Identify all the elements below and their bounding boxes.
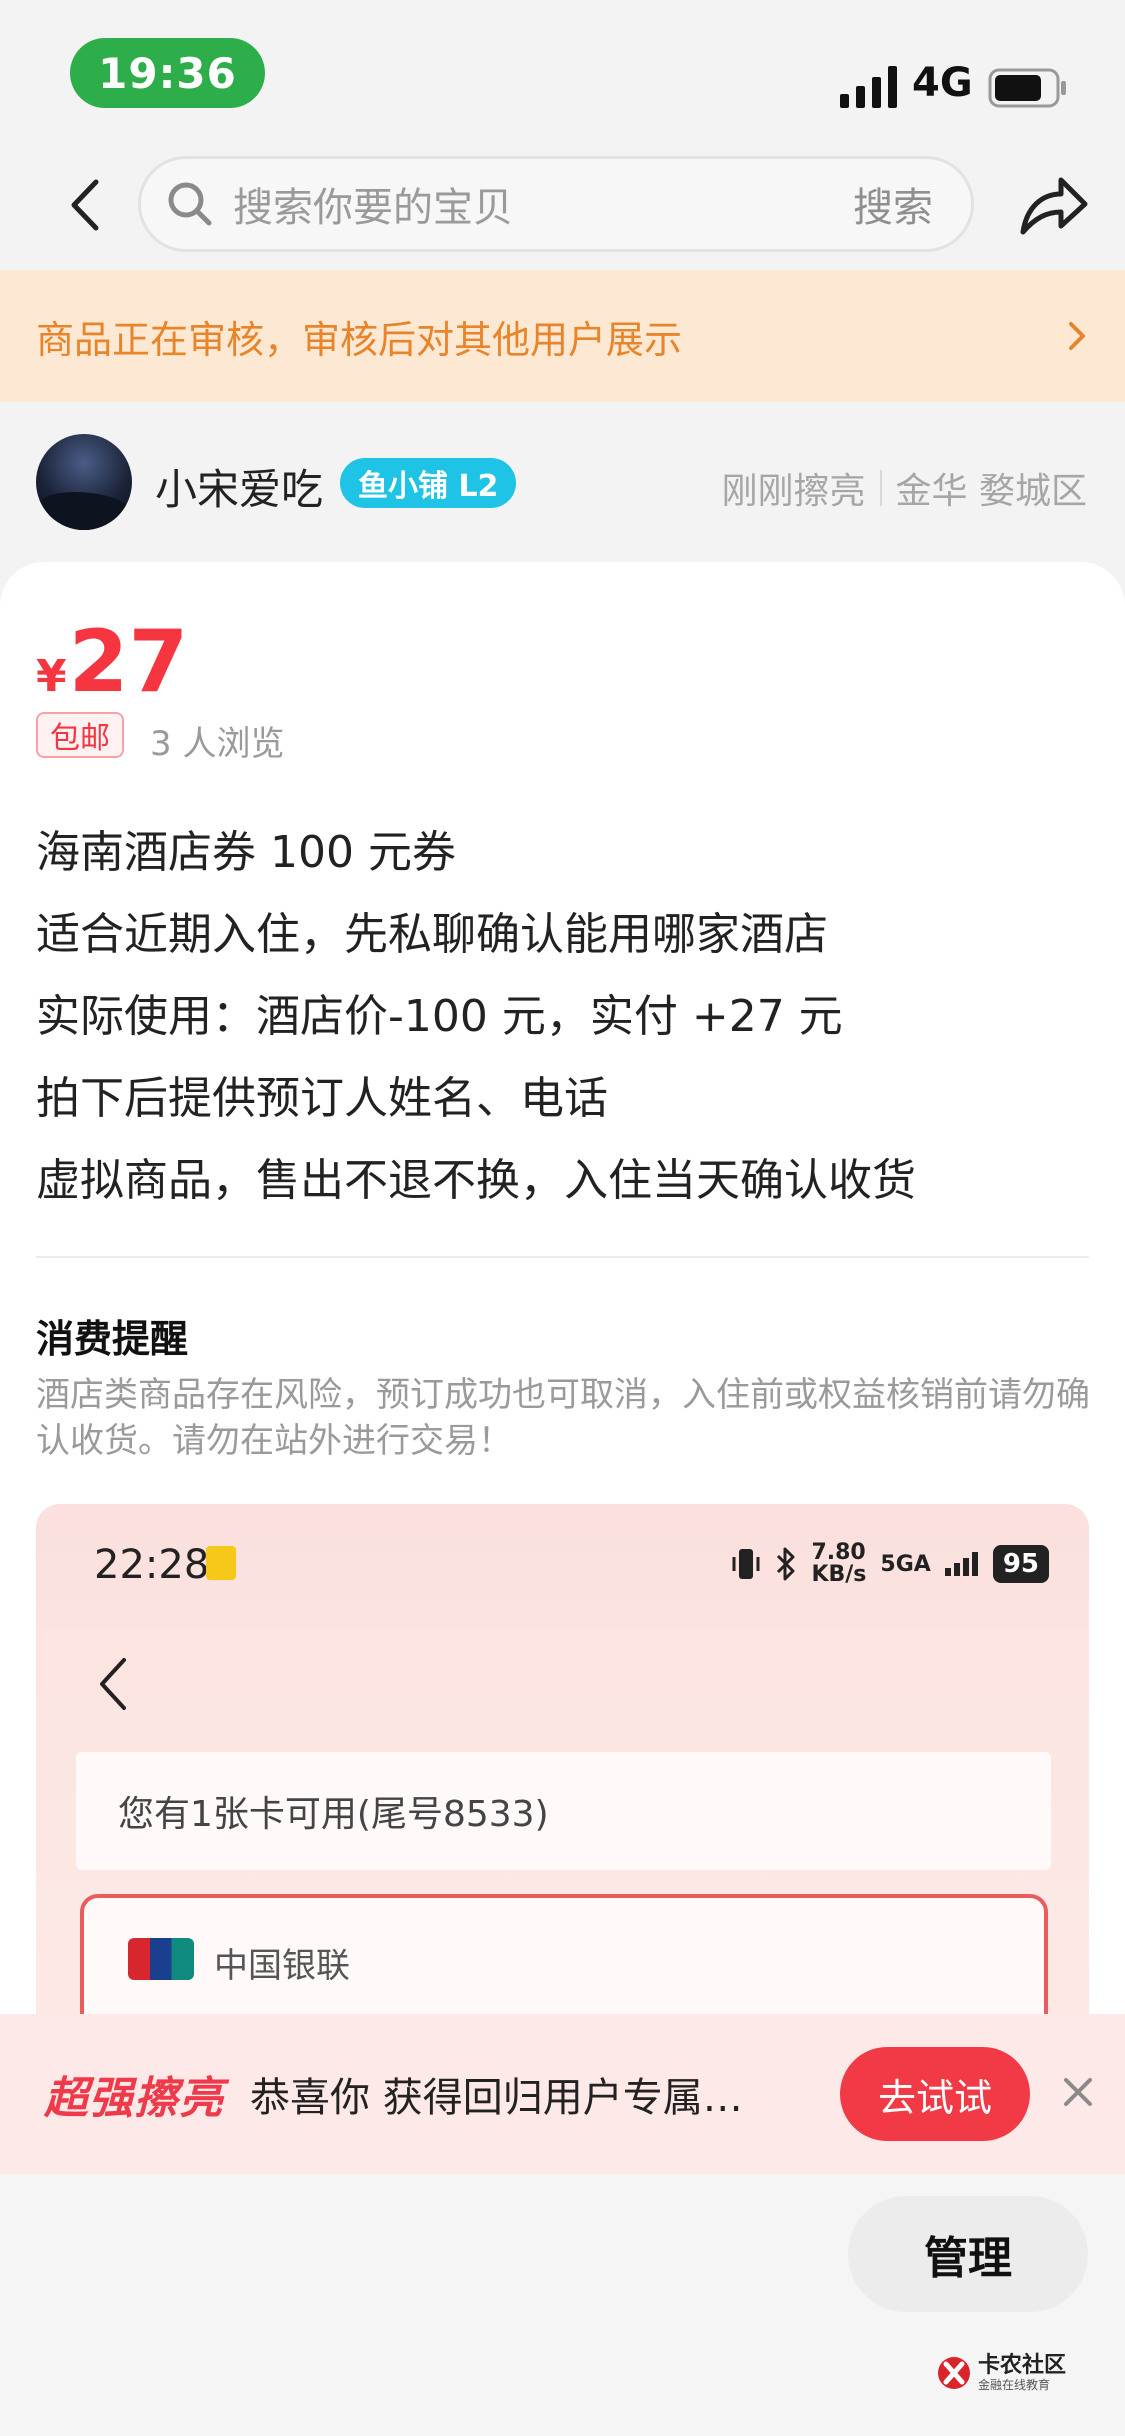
image-battery: 95 <box>992 1545 1049 1583</box>
item-description: 海南酒店券 100 元券 适合近期入住，先私聊确认能用哪家酒店 实际使用：酒店价… <box>36 812 1096 1222</box>
nav-bar: 搜索你要的宝贝 搜索 <box>0 150 1125 260</box>
search-icon <box>168 182 212 226</box>
image-status-icons: 7.80 KB/s 5GA 95 <box>731 1542 1049 1586</box>
promo-banner: 超强擦亮 恭喜你 获得回归用户专属… 去试试 <box>0 2014 1125 2174</box>
vibrate-icon <box>732 1549 760 1579</box>
seller-row[interactable]: 小宋爱吃 鱼小铺 L2 刚刚擦亮 金华 婺城区 <box>0 420 1125 540</box>
promo-brand: 超强擦亮 <box>44 2073 224 2124</box>
review-notice-banner[interactable]: 商品正在审核，审核后对其他用户展示 <box>0 270 1125 402</box>
view-count: 3 人浏览 <box>150 724 285 764</box>
item-detail-card: ¥ 27 包邮 3 人浏览 海南酒店券 100 元券 适合近期入住，先私聊确认能… <box>0 562 1125 2064</box>
promo-try-button[interactable]: 去试试 <box>840 2047 1030 2141</box>
item-image[interactable]: 22:28 7.80 KB/s 5GA 95 您有1张卡可用(尾号8533) 中… <box>36 1504 1089 2064</box>
share-icon[interactable] <box>1015 168 1091 244</box>
free-shipping-tag: 包邮 <box>36 712 124 758</box>
avatar-landscape <box>36 492 132 530</box>
image-card-available: 您有1张卡可用(尾号8533) <box>76 1752 1051 1870</box>
image-speed-value: 7.80 <box>811 1540 866 1565</box>
watermark-logo-icon <box>938 2357 970 2389</box>
promo-text: 恭喜你 获得回归用户专属… <box>250 2075 743 2121</box>
search-button[interactable]: 搜索 <box>853 175 933 233</box>
image-app-badge-icon <box>206 1546 236 1580</box>
search-bar[interactable]: 搜索你要的宝贝 搜索 <box>138 156 974 252</box>
reminder-title: 消费提醒 <box>36 1317 189 1361</box>
description-line: 海南酒店券 100 元券 <box>36 827 456 878</box>
watermark: 卡农社区 金融在线教育 <box>936 2354 1066 2392</box>
battery-icon <box>988 68 1066 108</box>
status-bar: 19:36 4G <box>0 0 1125 140</box>
price-value: 27 <box>68 612 189 712</box>
chevron-right-icon <box>1069 322 1085 350</box>
close-icon[interactable] <box>1060 2074 1096 2110</box>
seller-activity: 刚刚擦亮 <box>721 471 866 512</box>
watermark-title: 卡农社区 <box>978 2353 1067 2378</box>
watermark-text: 卡农社区 金融在线教育 <box>978 2353 1067 2393</box>
avatar[interactable] <box>36 434 132 530</box>
unionpay-logo-icon <box>128 1938 194 1980</box>
cellular-signal-icon <box>840 66 897 108</box>
manage-button[interactable]: 管理 <box>848 2196 1088 2312</box>
description-line: 拍下后提供预订人姓名、电话 <box>36 1073 608 1124</box>
reminder-text: 酒店类商品存在风险，预订成功也可取消，入住前或权益核销前请勿确认收货。请勿在站外… <box>36 1375 1090 1461</box>
image-net-type: 5GA <box>880 1551 931 1577</box>
description-line: 适合近期入住，先私聊确认能用哪家酒店 <box>36 909 828 960</box>
image-net-speed: 7.80 KB/s <box>811 1542 866 1586</box>
shop-level-badge[interactable]: 鱼小铺 L2 <box>340 458 517 508</box>
image-card-text: 您有1张卡可用(尾号8533) <box>118 1794 549 1835</box>
image-back-chevron-icon <box>100 1658 126 1710</box>
image-bank-text: 中国银联 <box>214 1946 350 1986</box>
watermark-subtitle: 金融在线教育 <box>978 2378 1051 2392</box>
item-price: ¥ 27 <box>36 612 188 712</box>
seller-meta: 刚刚擦亮 金华 婺城区 <box>722 462 1087 514</box>
description-line: 实际使用：酒店价-100 元，实付 +27 元 <box>36 991 843 1042</box>
bottom-bar: 管理 卡农社区 金融在线教育 <box>0 2174 1125 2436</box>
divider <box>36 1256 1089 1258</box>
meta-divider <box>879 470 882 506</box>
status-time: 19:36 <box>70 38 265 108</box>
review-notice-text: 商品正在审核，审核后对其他用户展示 <box>36 317 683 362</box>
seller-name[interactable]: 小宋爱吃 <box>155 456 323 517</box>
back-button[interactable] <box>50 170 120 240</box>
bluetooth-icon <box>777 1547 795 1581</box>
seller-location: 金华 婺城区 <box>895 471 1087 512</box>
image-speed-unit: KB/s <box>811 1562 867 1587</box>
image-status-time: 22:28 <box>94 1542 210 1588</box>
description-line: 虚拟商品，售出不退不换，入住当天确认收货 <box>36 1155 916 1206</box>
currency-symbol: ¥ <box>36 651 67 702</box>
chevron-left-icon <box>71 179 99 231</box>
image-signal-icon <box>944 1552 978 1576</box>
network-type: 4G <box>912 60 973 106</box>
search-placeholder[interactable]: 搜索你要的宝贝 <box>233 175 853 233</box>
